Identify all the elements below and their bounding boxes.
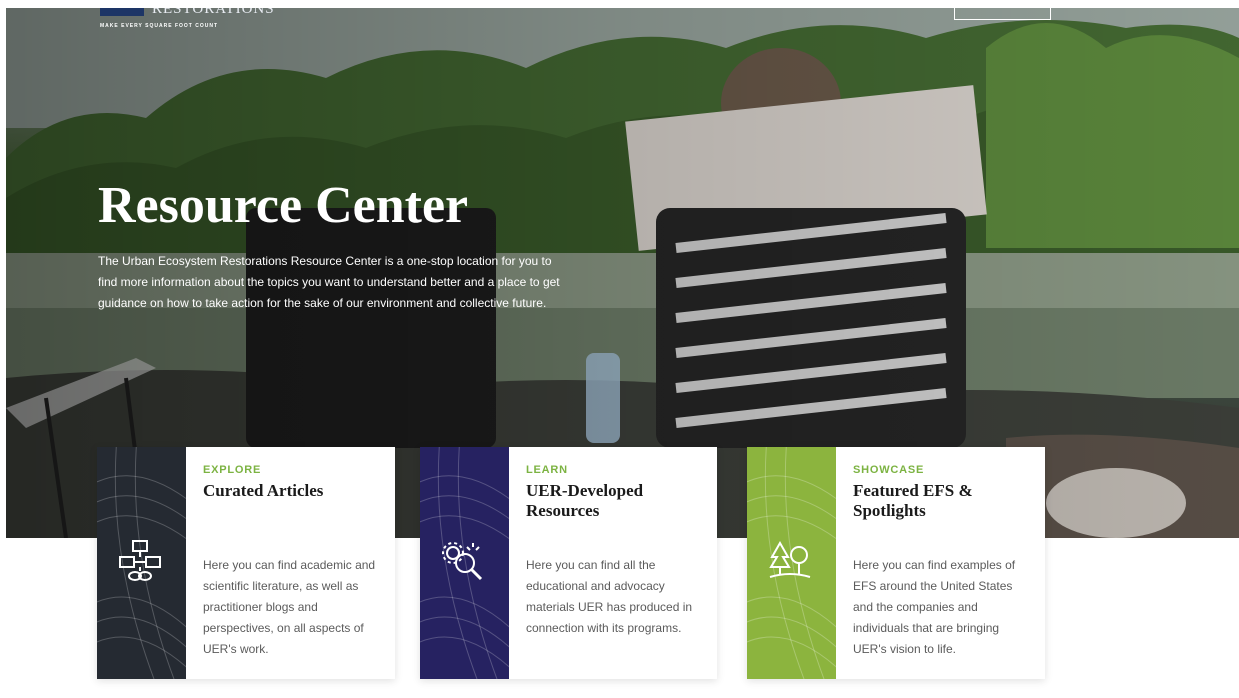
page-title: Resource Center xyxy=(98,177,469,234)
card-header: SHOWCASE Featured EFS & Spotlights xyxy=(853,464,1033,521)
card-featured-efs[interactable]: SHOWCASE Featured EFS & Spotlights Here … xyxy=(747,447,1045,679)
header-nav-button[interactable] xyxy=(954,8,1051,20)
card-curated-articles[interactable]: EXPLORE Curated Articles Here you can fi… xyxy=(97,447,395,679)
card-header: LEARN UER-Developed Resources xyxy=(526,464,705,521)
top-bar xyxy=(0,0,1239,8)
hero-description: The Urban Ecosystem Restorations Resourc… xyxy=(98,254,560,310)
gear-search-icon xyxy=(442,542,483,581)
card-eyebrow: SHOWCASE xyxy=(853,464,925,476)
card-title[interactable]: Curated Articles xyxy=(203,481,383,501)
card-side-panel xyxy=(747,447,836,679)
flowchart-icon xyxy=(119,540,161,581)
logo-wordmark: RESTORATIONS xyxy=(152,8,275,17)
card-eyebrow: LEARN xyxy=(526,464,568,476)
card-header: EXPLORE Curated Articles xyxy=(203,464,383,501)
card-side-panel xyxy=(97,447,186,679)
card-side-panel xyxy=(420,447,509,679)
card-title[interactable]: Featured EFS & Spotlights xyxy=(853,481,1033,521)
trees-icon xyxy=(769,540,811,578)
card-title[interactable]: UER-Developed Resources xyxy=(526,481,705,521)
logo-mark xyxy=(100,8,144,16)
card-description: Here you can find examples of EFS around… xyxy=(853,558,1016,656)
logo-tagline: MAKE EVERY SQUARE FOOT COUNT xyxy=(100,23,219,29)
card-eyebrow: EXPLORE xyxy=(203,464,262,476)
card-uer-developed-resources[interactable]: LEARN UER-Developed Resources Here you c… xyxy=(420,447,717,679)
card-description: Here you can find all the educational an… xyxy=(526,558,693,635)
card-description: Here you can find academic and scientifi… xyxy=(203,558,376,656)
